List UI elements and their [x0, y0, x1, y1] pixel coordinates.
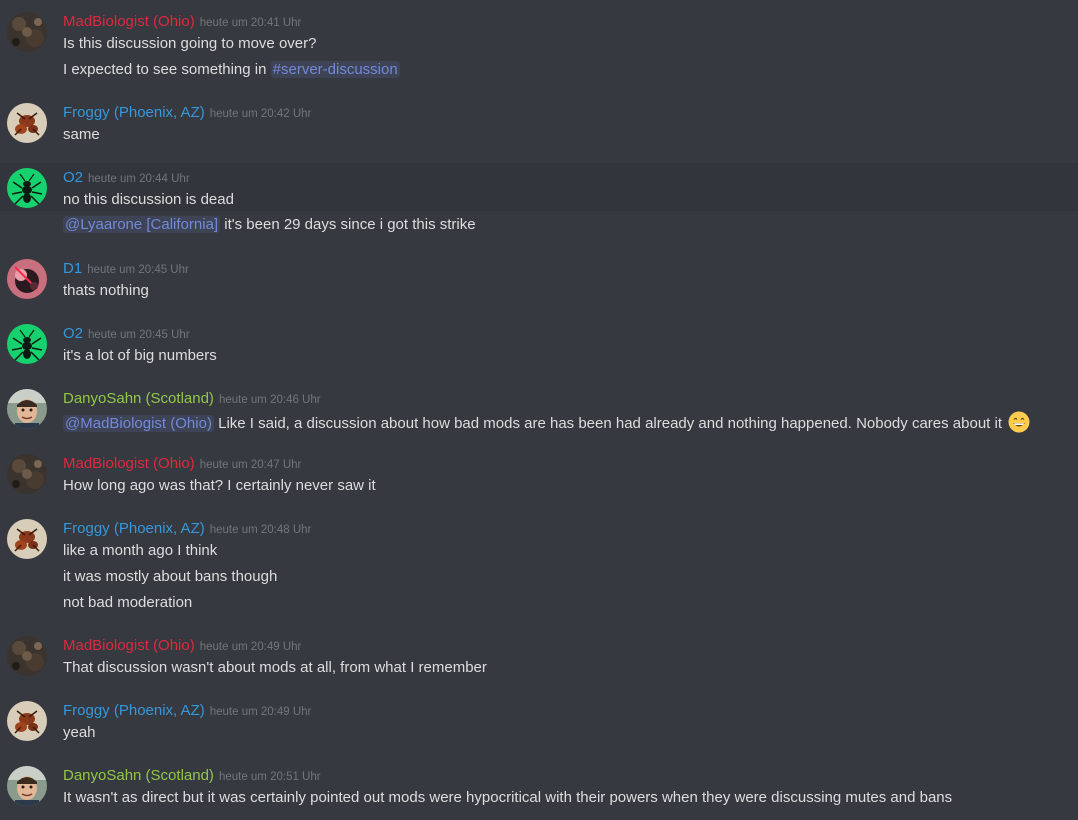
channel-mention[interactable]: #server-discussion — [270, 61, 400, 78]
timestamp: heute um 20:49 Uhr — [199, 641, 302, 653]
timestamp: heute um 20:49 Uhr — [209, 706, 312, 718]
username[interactable]: O2 — [63, 169, 83, 186]
avatar-madbiologist[interactable] — [7, 636, 47, 676]
message-group: Froggy (Phoenix, AZ) heute um 20:49 Uhr y… — [0, 696, 1078, 746]
message-text: How long ago was that? I certainly never… — [63, 477, 376, 494]
chat-messages-pane[interactable]: MadBiologist (Ohio) heute um 20:41 Uhr Is… — [0, 0, 1078, 820]
message-text: @MadBiologist (Ohio) Like I said, a disc… — [63, 411, 1030, 434]
timestamp: heute um 20:47 Uhr — [199, 459, 302, 471]
message-text-part: I expected to see something in — [63, 61, 271, 78]
message-header: O2 heute um 20:45 Uhr — [63, 324, 190, 345]
message-group: Froggy (Phoenix, AZ) heute um 20:48 Uhr l… — [0, 514, 1078, 618]
timestamp: heute um 20:44 Uhr — [88, 173, 190, 185]
message-group: MadBiologist (Ohio) heute um 20:47 Uhr Ho… — [0, 449, 1078, 499]
username[interactable]: O2 — [63, 325, 83, 342]
message-header: Froggy (Phoenix, AZ) heute um 20:42 Uhr — [63, 103, 311, 124]
username[interactable]: DanyoSahn (Scotland) — [63, 767, 214, 784]
username[interactable]: MadBiologist (Ohio) — [63, 455, 195, 472]
avatar-d1[interactable] — [7, 259, 47, 299]
avatar-o2[interactable] — [7, 324, 47, 364]
message-header: D1 heute um 20:45 Uhr — [63, 259, 189, 280]
message-group-highlighted: O2 heute um 20:44 Uhr no this discussion … — [0, 163, 1078, 211]
message-text: That discussion wasn't about mods at all… — [63, 659, 487, 676]
message-group: MadBiologist (Ohio) heute um 20:41 Uhr Is… — [0, 6, 1078, 86]
message-header: MadBiologist (Ohio) heute um 20:41 Uhr — [63, 12, 301, 33]
message-group: D1 heute um 20:45 Uhr thats nothing — [0, 254, 1078, 304]
message-group: O2 heute um 20:45 Uhr it's a lot of big n… — [0, 319, 1078, 369]
avatar-danyosahn[interactable] — [7, 389, 47, 429]
message-text: no this discussion is dead — [63, 191, 234, 208]
message-text: It wasn't as direct but it was certainly… — [63, 789, 953, 806]
timestamp: heute um 20:51 Uhr — [218, 771, 321, 783]
username[interactable]: DanyoSahn (Scotland) — [63, 390, 214, 407]
avatar-madbiologist[interactable] — [7, 454, 47, 494]
message-text: like a month ago I think — [63, 542, 218, 559]
timestamp: heute um 20:45 Uhr — [87, 264, 189, 276]
username[interactable]: MadBiologist (Ohio) — [63, 637, 195, 654]
avatar-madbiologist[interactable] — [7, 12, 47, 52]
message-group: Froggy (Phoenix, AZ) heute um 20:42 Uhr s… — [0, 98, 1078, 148]
user-mention[interactable]: @Lyaarone [California] — [63, 216, 221, 233]
message-continuation: @Lyaarone [California] it's been 29 days… — [0, 211, 1078, 239]
timestamp: heute um 20:46 Uhr — [218, 394, 321, 406]
timestamp: heute um 20:41 Uhr — [199, 17, 302, 29]
message-text: thats nothing — [63, 282, 149, 299]
avatar-danyosahn[interactable] — [7, 766, 47, 806]
message-text: same — [63, 126, 100, 143]
message-text: Is this discussion going to move over? — [63, 35, 317, 52]
username[interactable]: Froggy (Phoenix, AZ) — [63, 520, 205, 537]
message-header: Froggy (Phoenix, AZ) heute um 20:49 Uhr — [63, 701, 311, 722]
message-text: it's a lot of big numbers — [63, 347, 217, 364]
message-header: O2 heute um 20:44 Uhr — [63, 168, 190, 189]
user-mention[interactable]: @MadBiologist (Ohio) — [63, 415, 214, 432]
avatar-froggy[interactable] — [7, 701, 47, 741]
avatar-froggy[interactable] — [7, 519, 47, 559]
username[interactable]: MadBiologist (Ohio) — [63, 13, 195, 30]
message-group: DanyoSahn (Scotland) heute um 20:46 Uhr @… — [0, 384, 1078, 434]
message-header: Froggy (Phoenix, AZ) heute um 20:48 Uhr — [63, 519, 311, 540]
grinning-face-emoji-icon[interactable] — [1008, 411, 1030, 433]
username[interactable]: D1 — [63, 260, 82, 277]
message-header: DanyoSahn (Scotland) heute um 20:46 Uhr — [63, 389, 321, 410]
message-text-part: Like I said, a discussion about how bad … — [213, 415, 1007, 432]
avatar-o2[interactable] — [7, 168, 47, 208]
message-group: MadBiologist (Ohio) heute um 20:49 Uhr Th… — [0, 631, 1078, 681]
timestamp: heute um 20:45 Uhr — [88, 329, 190, 341]
message-header: MadBiologist (Ohio) heute um 20:49 Uhr — [63, 636, 301, 657]
message-text-part: it's been 29 days since i got this strik… — [220, 216, 476, 233]
avatar-froggy[interactable] — [7, 103, 47, 143]
message-text: I expected to see something in #server-d… — [63, 60, 400, 80]
message-header: DanyoSahn (Scotland) heute um 20:51 Uhr — [63, 766, 321, 787]
message-text: it was mostly about bans though — [63, 568, 278, 585]
message-text: not bad moderation — [63, 594, 193, 611]
message-text: @Lyaarone [California] it's been 29 days… — [63, 215, 476, 235]
username[interactable]: Froggy (Phoenix, AZ) — [63, 702, 205, 719]
message-group: DanyoSahn (Scotland) heute um 20:51 Uhr I… — [0, 761, 1078, 817]
timestamp: heute um 20:48 Uhr — [209, 524, 312, 536]
message-header: MadBiologist (Ohio) heute um 20:47 Uhr — [63, 454, 301, 475]
message-text: yeah — [63, 724, 96, 741]
timestamp: heute um 20:42 Uhr — [209, 108, 312, 120]
username[interactable]: Froggy (Phoenix, AZ) — [63, 104, 205, 121]
